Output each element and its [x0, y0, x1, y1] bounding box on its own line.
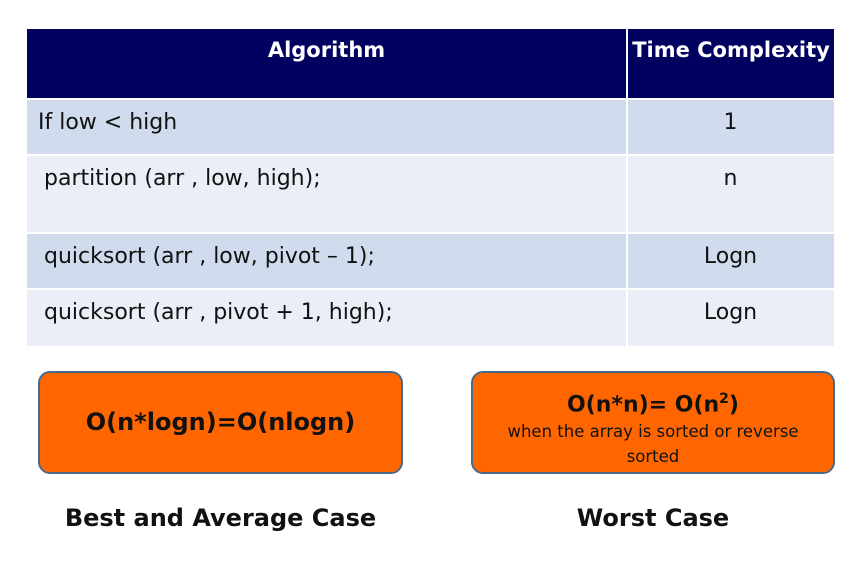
- header-algorithm: Algorithm: [27, 29, 628, 99]
- row-complexity: n: [627, 154, 834, 233]
- worst-case-formula-suffix: ): [728, 392, 739, 418]
- best-case-formula: O(n*logn)=O(nlogn): [85, 408, 356, 436]
- row-code: If low < high: [27, 98, 628, 155]
- best-case-box: O(n*logn)=O(nlogn): [38, 371, 403, 474]
- worst-case-note: when the array is sorted or reverse sort…: [507, 422, 799, 467]
- table-row: partition (arr , low, high); n: [27, 154, 834, 233]
- best-case-caption: Best and Average Case: [64, 504, 377, 532]
- row-code: quicksort (arr , pivot + 1, high);: [27, 288, 628, 346]
- row-code: partition (arr , low, high);: [27, 154, 628, 233]
- worst-case-formula: O(n*n)= O(n2): [473, 385, 833, 419]
- table-row: If low < high 1: [27, 98, 834, 155]
- row-code: quicksort (arr , low, pivot – 1);: [27, 232, 628, 289]
- header-time-complexity: Time Complexity: [627, 29, 834, 99]
- worst-case-formula-exponent: 2: [719, 391, 729, 407]
- row-complexity: Logn: [627, 232, 834, 289]
- row-complexity: 1: [627, 98, 834, 155]
- table-header-row: Algorithm Time Complexity: [27, 29, 834, 99]
- complexity-table: Algorithm Time Complexity If low < high …: [27, 29, 834, 346]
- table-row: quicksort (arr , low, pivot – 1); Logn: [27, 232, 834, 289]
- worst-case-caption: Worst Case: [576, 504, 730, 532]
- table-row: quicksort (arr , pivot + 1, high); Logn: [27, 288, 834, 346]
- row-complexity: Logn: [627, 288, 834, 346]
- worst-case-formula-prefix: O(n*n)= O(n: [567, 392, 720, 418]
- worst-case-box: O(n*n)= O(n2) when the array is sorted o…: [471, 371, 835, 474]
